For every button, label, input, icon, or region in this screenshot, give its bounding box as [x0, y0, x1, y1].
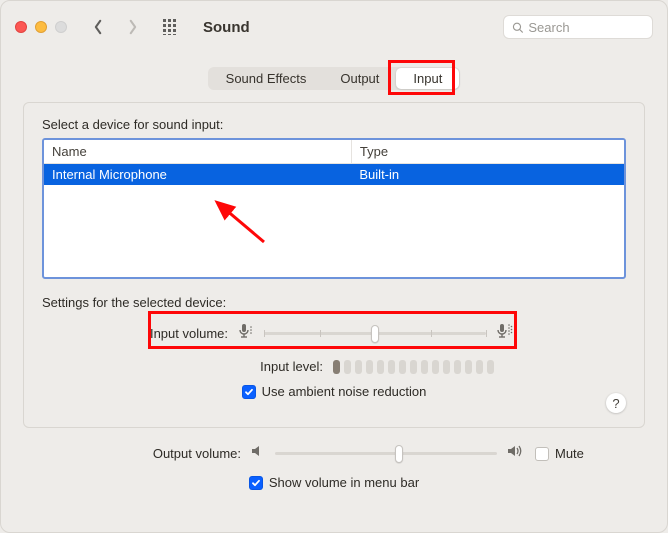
- mute-checkbox[interactable]: [535, 447, 549, 461]
- speaker-loud-icon: [507, 444, 525, 463]
- bottom-section: Output volume: Mute Show volume in menu …: [1, 428, 667, 490]
- mute-label: Mute: [555, 446, 584, 461]
- select-device-label: Select a device for sound input:: [42, 117, 626, 132]
- settings-for-device-label: Settings for the selected device:: [42, 295, 626, 310]
- input-volume-thumb[interactable]: [371, 325, 379, 343]
- tab-output[interactable]: Output: [323, 68, 396, 89]
- show-volume-menubar-checkbox[interactable]: [249, 476, 263, 490]
- input-level-meter: [333, 360, 494, 374]
- ambient-noise-checkbox[interactable]: [242, 385, 256, 399]
- minimize-window-button[interactable]: [35, 21, 47, 33]
- device-type: Built-in: [351, 164, 624, 186]
- tabs: Sound Effects Output Input: [1, 67, 667, 90]
- close-window-button[interactable]: [15, 21, 27, 33]
- forward-button-disabled: [119, 15, 145, 39]
- back-button[interactable]: [85, 15, 111, 39]
- ambient-noise-row: Use ambient noise reduction: [42, 384, 626, 399]
- zoom-window-button-disabled: [55, 21, 67, 33]
- search-input[interactable]: [528, 20, 644, 35]
- input-volume-label: Input volume:: [150, 326, 228, 341]
- column-name[interactable]: Name: [44, 140, 351, 164]
- mic-quiet-icon: [238, 322, 254, 345]
- input-volume-row: Input volume:: [42, 322, 626, 345]
- input-level-row: Input level:: [42, 359, 626, 374]
- window-controls: [15, 21, 67, 33]
- column-type[interactable]: Type: [351, 140, 624, 164]
- tab-sound-effects[interactable]: Sound Effects: [209, 68, 324, 89]
- device-name: Internal Microphone: [44, 164, 351, 186]
- input-panel: Select a device for sound input: Name Ty…: [23, 102, 645, 428]
- show-all-button[interactable]: [159, 16, 183, 38]
- input-volume-slider[interactable]: [264, 327, 486, 341]
- help-button[interactable]: ?: [606, 393, 626, 413]
- annotation-red-box-input-tab: [388, 60, 455, 95]
- output-volume-slider[interactable]: [275, 447, 497, 461]
- table-row[interactable]: Internal Microphone Built-in: [44, 164, 624, 186]
- window-title: Sound: [203, 19, 250, 36]
- input-level-label: Input level:: [260, 359, 323, 374]
- search-icon: [512, 21, 523, 34]
- speaker-quiet-icon: [251, 444, 265, 463]
- output-volume-label: Output volume:: [41, 446, 241, 461]
- toolbar: Sound: [1, 1, 667, 53]
- show-volume-menubar-label: Show volume in menu bar: [269, 475, 419, 490]
- ambient-noise-label: Use ambient noise reduction: [262, 384, 427, 399]
- mic-loud-icon: [496, 322, 514, 345]
- output-volume-thumb[interactable]: [395, 445, 403, 463]
- search-field[interactable]: [503, 15, 653, 39]
- device-table[interactable]: Name Type Internal Microphone Built-in: [42, 138, 626, 279]
